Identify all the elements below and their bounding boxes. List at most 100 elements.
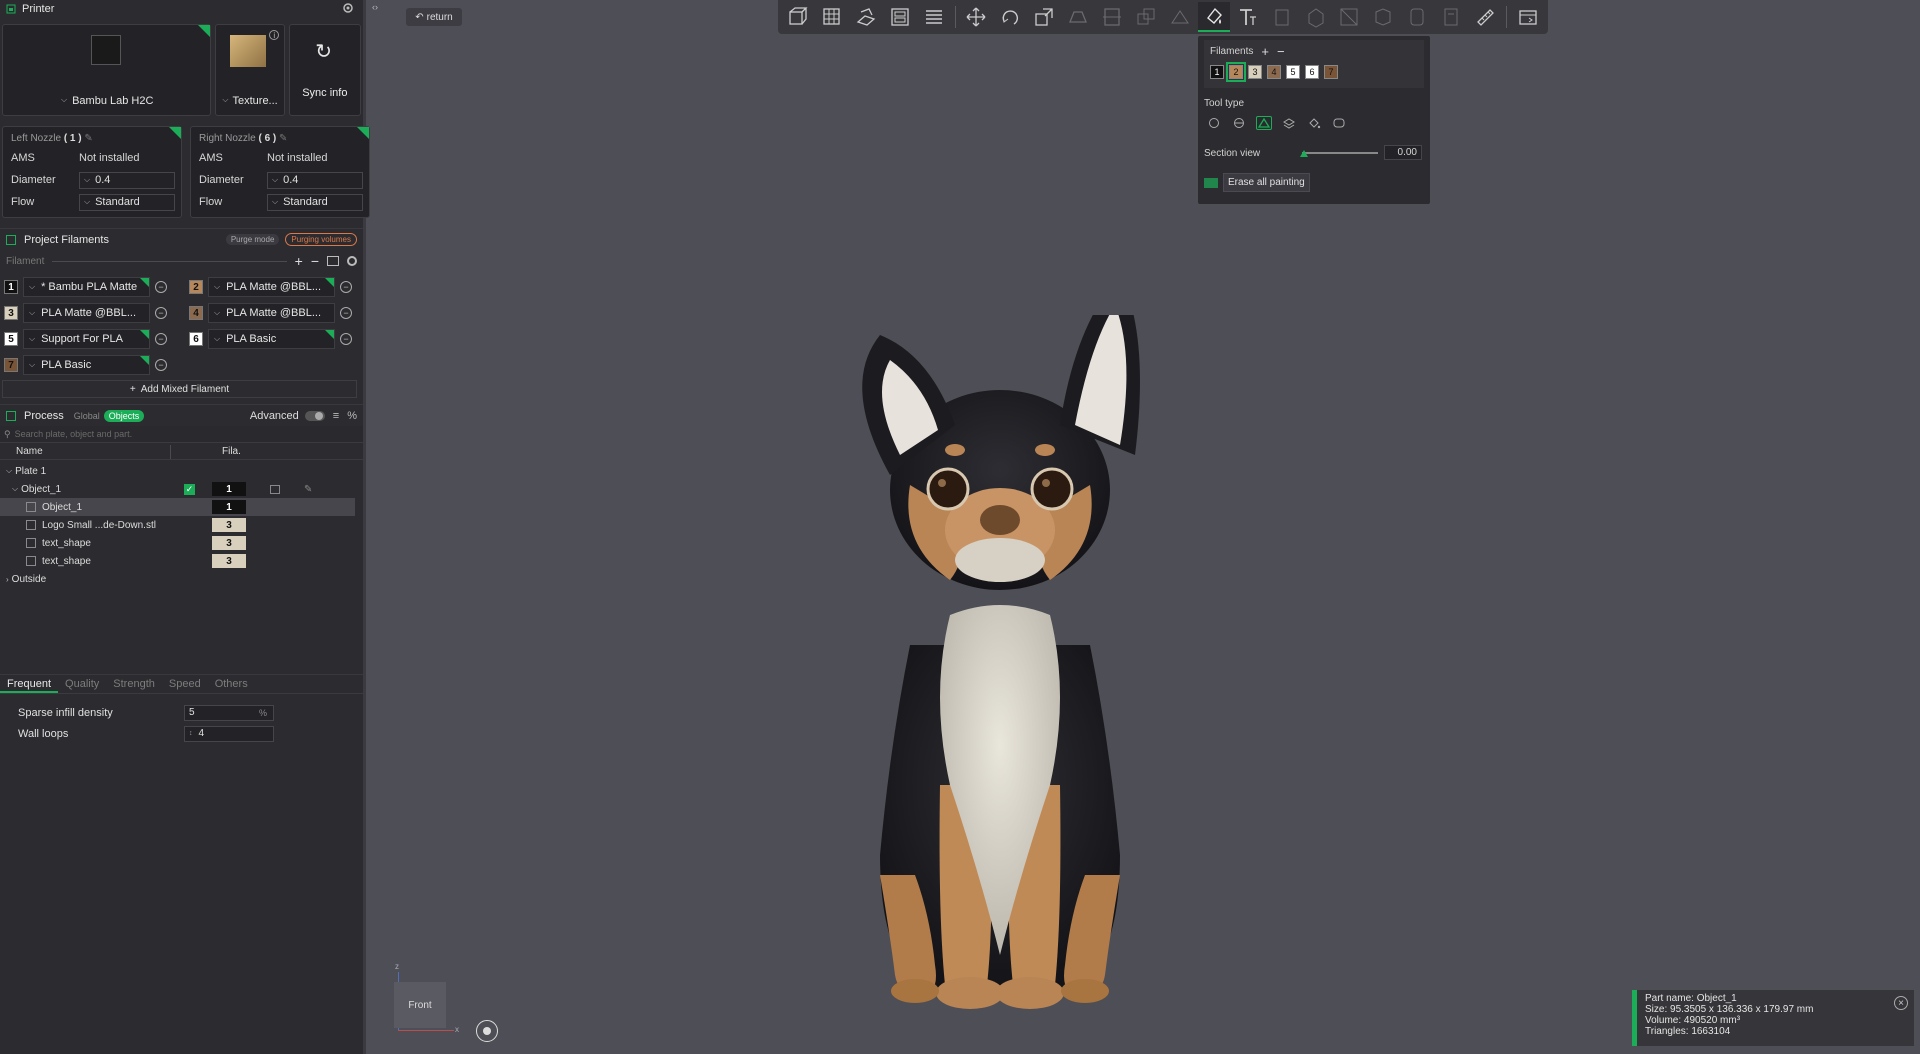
cut-icon[interactable]: [1096, 2, 1128, 32]
filament-number[interactable]: 6: [189, 332, 203, 346]
filament-select[interactable]: ⌵ PLA Basic: [208, 329, 335, 349]
filament-swatch[interactable]: 6: [1305, 65, 1319, 79]
circle-brush-icon[interactable]: [1206, 116, 1222, 130]
remove-filament-icon[interactable]: −: [155, 359, 167, 371]
part-row[interactable]: text_shape 3: [0, 552, 363, 570]
check-icon[interactable]: ✓: [184, 483, 195, 495]
plate-row[interactable]: › Outside: [0, 570, 363, 588]
tab-strength[interactable]: Strength: [106, 675, 162, 693]
stepper-arrows-icon[interactable]: ↕: [189, 730, 193, 737]
filament-swatch[interactable]: 5: [1286, 65, 1300, 79]
section-view-slider[interactable]: [1302, 152, 1378, 154]
purging-volumes-button[interactable]: Purging volumes: [285, 233, 357, 246]
chevron-down-icon[interactable]: ⌵: [6, 466, 12, 476]
diameter-select[interactable]: ⌵ 0.4: [267, 171, 363, 189]
filament-swatch[interactable]: 4: [1267, 65, 1281, 79]
diameter-select[interactable]: ⌵ 0.4: [79, 171, 175, 189]
filament-swatch[interactable]: 3: [1248, 65, 1262, 79]
part-row[interactable]: Object_1 1: [0, 498, 355, 516]
objects-toggle[interactable]: Objects: [103, 409, 145, 422]
erase-all-painting-button[interactable]: Erase all painting: [1223, 173, 1310, 192]
layers-icon[interactable]: [918, 2, 950, 32]
object-row[interactable]: ⌵ Object_1 1 ✓ ✎: [0, 480, 363, 498]
filament-number[interactable]: 7: [4, 358, 18, 372]
seam-icon[interactable]: [1266, 2, 1298, 32]
scale-icon[interactable]: [1028, 2, 1060, 32]
lay-on-face-icon[interactable]: [1062, 2, 1094, 32]
height-range-icon[interactable]: [1281, 116, 1297, 130]
measure-icon[interactable]: [1469, 2, 1501, 32]
global-toggle[interactable]: Global: [74, 411, 100, 421]
filament-number[interactable]: 3: [4, 306, 18, 320]
filament-index[interactable]: 1: [212, 482, 246, 496]
tab-speed[interactable]: Speed: [162, 675, 208, 693]
camera-reset-icon[interactable]: [476, 1020, 498, 1042]
return-button[interactable]: ↶ return: [406, 8, 462, 26]
orient-icon[interactable]: [850, 2, 882, 32]
mesh-boolean-icon[interactable]: [1401, 2, 1433, 32]
advanced-switch[interactable]: [304, 410, 325, 421]
split-icon[interactable]: [1334, 2, 1366, 32]
purge-mode-button[interactable]: Purge mode: [225, 234, 280, 245]
part-checkbox[interactable]: [26, 556, 36, 566]
part-row[interactable]: Logo Small ...de-Down.stl 3: [0, 516, 363, 534]
filament-swatch[interactable]: 2: [1226, 62, 1246, 82]
part-checkbox[interactable]: [26, 502, 36, 512]
view-cube-face[interactable]: Front: [394, 982, 446, 1028]
add-object-icon[interactable]: [782, 2, 814, 32]
info-icon[interactable]: i: [269, 30, 280, 40]
tab-others[interactable]: Others: [208, 675, 255, 693]
filament-index[interactable]: 3: [212, 536, 246, 550]
part-checkbox[interactable]: [26, 538, 36, 548]
filament-index[interactable]: 3: [212, 518, 246, 532]
filament-swatch[interactable]: 1: [1210, 65, 1224, 79]
filament-select[interactable]: ⌵ PLA Matte @BBL...: [208, 303, 335, 323]
remove-filament-icon[interactable]: −: [155, 281, 167, 293]
remove-filament-icon[interactable]: −: [340, 307, 352, 319]
add-plate-icon[interactable]: [816, 2, 848, 32]
close-icon[interactable]: ×: [1894, 996, 1908, 1010]
add-filament-icon[interactable]: +: [1261, 44, 1269, 59]
filament-index[interactable]: 3: [212, 554, 246, 568]
filament-settings-icon[interactable]: [347, 256, 357, 266]
tab-quality[interactable]: Quality: [58, 675, 106, 693]
chevron-down-icon[interactable]: ⌵: [12, 484, 18, 494]
arrange-icon[interactable]: [884, 2, 916, 32]
section-view-input[interactable]: 0.00: [1384, 145, 1422, 160]
filament-select[interactable]: ⌵ Support For PLA: [23, 329, 150, 349]
search-bar[interactable]: ⚲ Search plate, object and part.: [0, 426, 363, 442]
edit-icon[interactable]: ✎: [279, 133, 287, 144]
paint-icon[interactable]: ✎: [304, 484, 312, 495]
filament-select[interactable]: ⌵ PLA Matte @BBL...: [23, 303, 150, 323]
color-paint-icon[interactable]: [1197, 2, 1230, 32]
filament-number[interactable]: 2: [189, 280, 203, 294]
plate-select[interactable]: i ⌵ Texture...: [215, 24, 286, 116]
part-checkbox[interactable]: [26, 520, 36, 530]
support-paint-icon[interactable]: [1164, 2, 1196, 32]
remove-filament-icon[interactable]: −: [155, 307, 167, 319]
assembly-icon[interactable]: [1367, 2, 1399, 32]
remove-filament-icon[interactable]: −: [311, 253, 319, 269]
remove-filament-icon[interactable]: −: [1277, 44, 1285, 59]
remove-filament-icon[interactable]: −: [340, 333, 352, 345]
list-icon[interactable]: ≡: [333, 410, 339, 422]
plate-row[interactable]: ⌵ Plate 1: [0, 462, 363, 480]
compare-icon[interactable]: %: [347, 410, 357, 422]
edit-icon[interactable]: ✎: [84, 133, 92, 144]
collapse-panel-icon[interactable]: ‹›: [372, 2, 378, 12]
slider-handle-icon[interactable]: [1300, 150, 1308, 157]
printer-select[interactable]: ⌵ Bambu Lab H2C: [2, 24, 212, 116]
gear-icon[interactable]: [342, 2, 354, 14]
gap-fill-icon[interactable]: [1331, 116, 1347, 130]
filament-swatch[interactable]: 7: [1324, 65, 1338, 79]
sync-ams-icon[interactable]: [327, 256, 339, 266]
filament-number[interactable]: 1: [4, 280, 18, 294]
tab-frequent[interactable]: Frequent: [0, 675, 59, 693]
wall-loops-stepper[interactable]: ↕ 4: [184, 725, 274, 742]
simplify-icon[interactable]: [1435, 2, 1467, 32]
add-mixed-filament-button[interactable]: + Add Mixed Filament: [2, 380, 357, 398]
text-icon[interactable]: [1232, 2, 1264, 32]
filament-select[interactable]: ⌵ * Bambu PLA Matte: [23, 277, 150, 297]
filament-number[interactable]: 4: [189, 306, 203, 320]
flow-select[interactable]: ⌵ Standard: [79, 193, 175, 211]
